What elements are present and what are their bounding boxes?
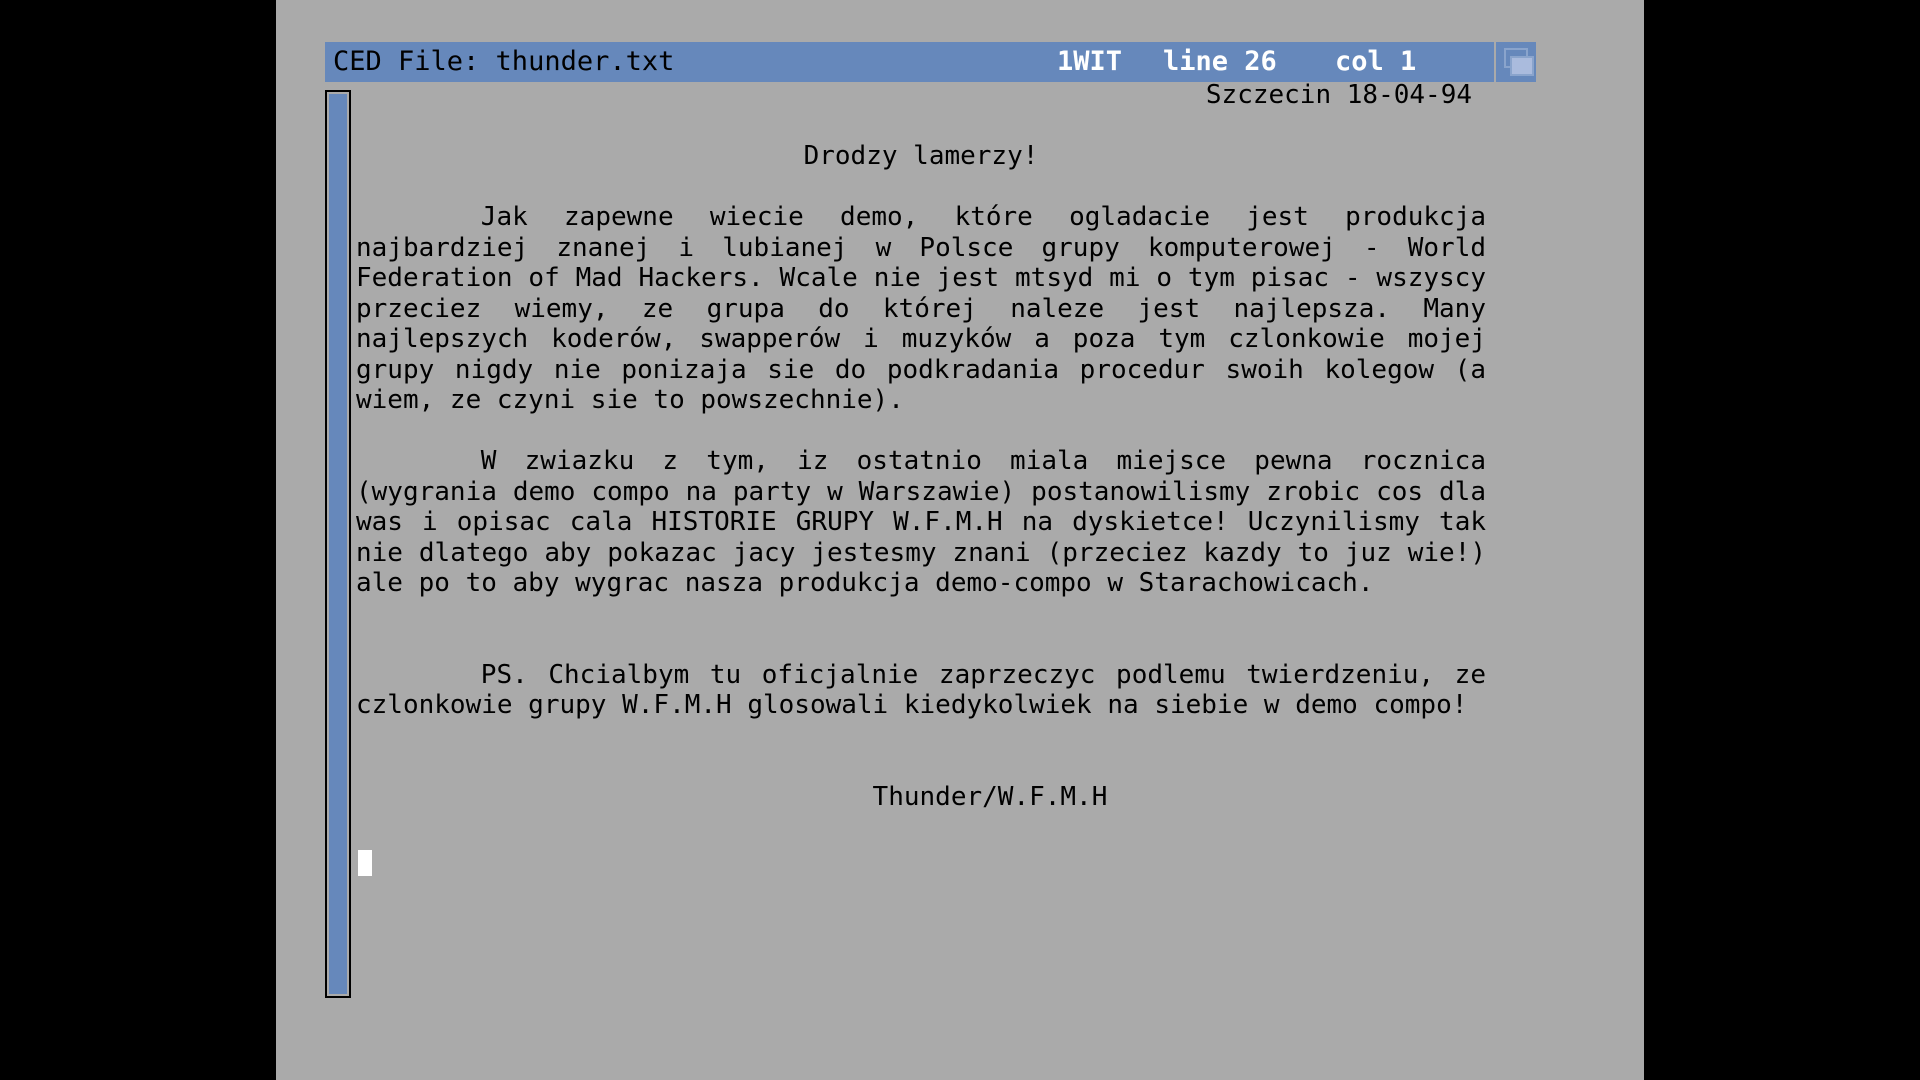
vertical-scrollbar[interactable]: [325, 90, 351, 998]
scrollbar-knob[interactable]: [329, 94, 347, 994]
document-line: najbardziej znanej i lubianej w Polsce g…: [356, 232, 1486, 263]
document-line: Federation of Mad Hackers. Wcale nie jes…: [356, 263, 1486, 293]
text-cursor: [358, 850, 372, 876]
document-line: [356, 416, 1486, 447]
document-line: przeciez wiemy, ze grupa do której nalez…: [356, 293, 1486, 324]
document-line: czlonkowie grupy W.F.M.H glosowali kiedy…: [356, 690, 1468, 720]
document-line: W zwiazku z tym, iz ostatnio miala miejs…: [480, 446, 1486, 476]
document-line: [356, 721, 1486, 752]
document-line: [356, 751, 1486, 782]
text-editor-area[interactable]: Szczecin 18-04-94 Drodzy lamerzy! Jak zape…: [356, 80, 1486, 812]
file-name-label: CED File: thunder.txt: [333, 46, 675, 77]
document-line: was i opisac cala HISTORIE GRUPY W.F.M.H…: [356, 507, 1486, 537]
document-line: ale po to aby wygrac nasza produkcja dem…: [356, 568, 1374, 598]
document-line: najlepszych koderów, swapperów i muzyków…: [356, 324, 1486, 354]
document-line: wiem, ze czyni sie to powszechnie).: [356, 385, 904, 415]
line-indicator: line 26: [1163, 46, 1277, 77]
document-line: nie dlatego aby pokazac jacy jestesmy zn…: [356, 537, 1486, 568]
document-line: Jak zapewne wiecie demo, które ogladacie…: [480, 202, 1486, 232]
document-line: Drodzy lamerzy!: [803, 141, 1039, 171]
document-line: grupy nigdy nie ponizaja sie do podkrada…: [356, 354, 1486, 385]
document-line: [356, 599, 1486, 630]
document-line: PS. Chcialbym tu oficjalnie zaprzeczyc p…: [480, 659, 1486, 690]
document-line: [356, 629, 1486, 660]
mode-indicator: 1WIT: [1057, 46, 1123, 77]
editor-screen: CED File: thunder.txt 1WIT line 26 col 1…: [276, 0, 1644, 1080]
depth-front-icon: [1510, 56, 1534, 76]
document-line: Szczecin 18-04-94: [1205, 80, 1472, 110]
column-indicator: col 1: [1335, 46, 1417, 77]
depth-gadget-icon[interactable]: [1494, 42, 1536, 82]
document-line: (wygrania demo compo na party w Warszawi…: [356, 476, 1486, 507]
title-bar[interactable]: CED File: thunder.txt 1WIT line 26 col 1: [325, 42, 1515, 82]
document-line: Thunder/W.F.M.H: [356, 781, 1108, 812]
document-line: [356, 111, 1486, 142]
document-line: [356, 172, 1486, 203]
